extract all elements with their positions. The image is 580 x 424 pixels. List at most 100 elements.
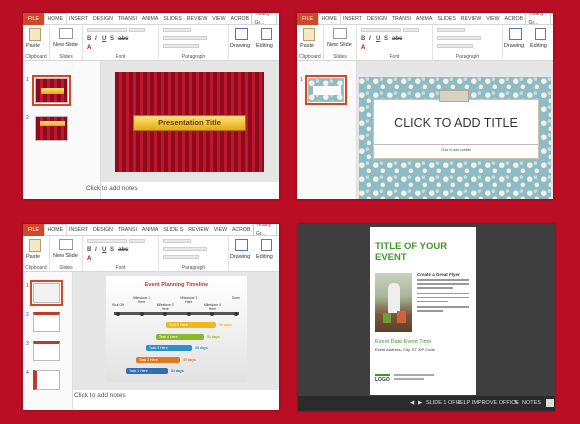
paste-button[interactable]: Paste bbox=[26, 254, 40, 260]
bullets-button[interactable] bbox=[163, 28, 191, 32]
tab-insert[interactable]: INSERT bbox=[341, 13, 365, 25]
alignment-buttons[interactable] bbox=[163, 247, 207, 251]
shadow-button[interactable]: S bbox=[110, 247, 114, 253]
slide-1[interactable]: CLICK TO ADD TITLE Click to add subtitle bbox=[359, 77, 551, 199]
font-size-select[interactable] bbox=[403, 28, 419, 32]
paste-icon[interactable] bbox=[303, 28, 315, 41]
tab-slideshow[interactable]: SLIDES bbox=[435, 13, 458, 25]
new-slide-icon[interactable] bbox=[59, 239, 73, 250]
alignment-buttons[interactable] bbox=[437, 36, 481, 40]
font-color-button[interactable]: A bbox=[87, 256, 91, 262]
tab-design[interactable]: DESIGN bbox=[90, 224, 115, 236]
italic-button[interactable]: I bbox=[95, 36, 97, 42]
tab-home[interactable]: HOME bbox=[43, 224, 67, 235]
new-slide-icon[interactable] bbox=[59, 28, 73, 39]
direction-buttons[interactable] bbox=[163, 255, 199, 259]
alignment-buttons[interactable] bbox=[163, 36, 207, 40]
paste-button[interactable]: Paste bbox=[26, 43, 40, 49]
drawing-button[interactable]: Drawing bbox=[504, 43, 524, 49]
bold-button[interactable]: B bbox=[87, 36, 91, 42]
paste-icon[interactable] bbox=[29, 239, 41, 252]
tab-review[interactable]: REVIEW bbox=[458, 13, 483, 25]
subtitle-placeholder[interactable]: Click to add subtitle bbox=[374, 144, 538, 152]
find-icon[interactable] bbox=[261, 239, 272, 251]
underline-button[interactable]: U bbox=[102, 247, 106, 253]
underline-button[interactable]: U bbox=[102, 36, 106, 42]
tab-slideshow[interactable]: SLIDES bbox=[161, 13, 184, 25]
editing-button[interactable]: Editing bbox=[530, 43, 547, 49]
font-color-button[interactable]: A bbox=[87, 45, 91, 51]
new-slide-button[interactable]: New Slide bbox=[53, 42, 78, 48]
tab-file[interactable]: FILE bbox=[297, 13, 318, 25]
next-slide-button[interactable]: ▶ bbox=[418, 400, 422, 406]
strikethrough-button[interactable]: abc bbox=[392, 36, 402, 42]
drawing-button[interactable]: Drawing bbox=[230, 43, 250, 49]
slide-thumbnail-2[interactable] bbox=[35, 116, 68, 141]
tab-transitions[interactable]: TRANSI bbox=[115, 13, 139, 25]
drawing-button[interactable]: Drawing bbox=[230, 254, 250, 260]
shapes-icon[interactable] bbox=[235, 28, 248, 40]
tab-design[interactable]: DESIGN bbox=[90, 13, 115, 25]
flyer-slide[interactable]: TITLE OF YOUR EVENT Create a Great Flyer… bbox=[370, 227, 476, 395]
notes-button[interactable]: NOTES bbox=[522, 400, 541, 406]
shadow-button[interactable]: S bbox=[384, 36, 388, 42]
tab-acrobat[interactable]: ACROB bbox=[228, 13, 251, 25]
strikethrough-button[interactable]: abc bbox=[118, 36, 128, 42]
notes-placeholder[interactable]: Click to add notes bbox=[86, 185, 138, 192]
tab-file[interactable]: FILE bbox=[23, 224, 44, 236]
editing-button[interactable]: Editing bbox=[256, 43, 273, 49]
tab-home[interactable]: HOME bbox=[317, 13, 341, 24]
slide-1[interactable]: Event Planning Timeline Kick Off Mileston… bbox=[106, 276, 247, 382]
tab-slideshow[interactable]: SLIDE S bbox=[161, 224, 186, 236]
new-slide-icon[interactable] bbox=[333, 28, 347, 39]
slide-thumbnail-1[interactable] bbox=[32, 75, 71, 106]
tab-view[interactable]: VIEW bbox=[484, 13, 502, 25]
tab-acrobat[interactable]: ACROB bbox=[502, 13, 525, 25]
bullets-button[interactable] bbox=[163, 239, 191, 243]
slide-thumbnail-1[interactable] bbox=[30, 280, 63, 306]
tab-file[interactable]: FILE bbox=[23, 13, 44, 25]
tab-animations[interactable]: ANIMA bbox=[139, 224, 160, 236]
editing-button[interactable]: Editing bbox=[256, 254, 273, 260]
slide-title[interactable]: Presentation Title bbox=[133, 115, 246, 131]
font-family-select[interactable] bbox=[87, 28, 127, 32]
view-icon[interactable] bbox=[546, 399, 554, 407]
tab-animations[interactable]: ANIMA bbox=[413, 13, 434, 25]
slide-thumbnail-3[interactable] bbox=[33, 341, 60, 361]
tab-review[interactable]: REVIEW bbox=[186, 224, 211, 236]
tab-view[interactable]: VIEW bbox=[211, 224, 229, 236]
italic-button[interactable]: I bbox=[369, 36, 371, 42]
help-improve-office[interactable]: HELP IMPROVE OFFICE bbox=[456, 400, 519, 406]
new-slide-button[interactable]: New Slide bbox=[53, 253, 78, 259]
tab-view[interactable]: VIEW bbox=[210, 13, 228, 25]
find-icon[interactable] bbox=[261, 28, 272, 40]
italic-button[interactable]: I bbox=[95, 247, 97, 253]
shadow-button[interactable]: S bbox=[110, 36, 114, 42]
font-family-select[interactable] bbox=[361, 28, 401, 32]
strikethrough-button[interactable]: abc bbox=[118, 247, 128, 253]
tab-home[interactable]: HOME bbox=[43, 13, 67, 24]
slide-thumbnail-1[interactable] bbox=[305, 75, 347, 105]
slide-thumbnail-4[interactable] bbox=[33, 370, 60, 390]
notes-icon[interactable]: ✎ bbox=[514, 400, 519, 406]
shapes-icon[interactable] bbox=[235, 239, 248, 251]
tab-insert[interactable]: INSERT bbox=[67, 13, 91, 25]
bold-button[interactable]: B bbox=[87, 247, 91, 253]
shapes-icon[interactable] bbox=[509, 28, 522, 40]
direction-buttons[interactable] bbox=[437, 44, 473, 48]
prev-slide-button[interactable]: ◀ bbox=[410, 400, 414, 406]
notes-placeholder[interactable]: Click to add notes bbox=[74, 392, 126, 399]
tab-design[interactable]: DESIGN bbox=[364, 13, 389, 25]
tab-transitions[interactable]: TRANSI bbox=[115, 224, 139, 236]
font-size-select[interactable] bbox=[129, 239, 145, 243]
bold-button[interactable]: B bbox=[361, 36, 365, 42]
font-size-select[interactable] bbox=[129, 28, 145, 32]
tab-animations[interactable]: ANIMA bbox=[139, 13, 160, 25]
tab-transitions[interactable]: TRANSI bbox=[389, 13, 413, 25]
bullets-button[interactable] bbox=[437, 28, 465, 32]
tab-review[interactable]: REVIEW bbox=[184, 13, 209, 25]
tab-acrobat[interactable]: ACROB bbox=[229, 224, 252, 236]
slide-1[interactable]: Presentation Title bbox=[115, 72, 264, 172]
slide-title[interactable]: CLICK TO ADD TITLE bbox=[374, 116, 538, 130]
underline-button[interactable]: U bbox=[376, 36, 380, 42]
